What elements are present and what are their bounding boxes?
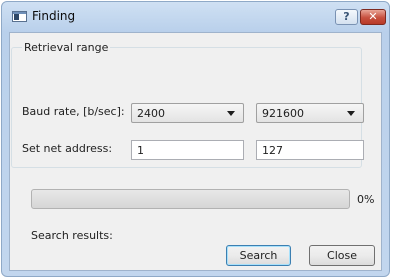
baud-rate-to-value: 921600 [262, 107, 304, 120]
help-button[interactable]: ? [335, 9, 358, 25]
title-bar[interactable]: Finding ? ✕ [2, 2, 389, 32]
window-app-icon [12, 11, 27, 22]
retrieval-range-title: Retrieval range [22, 41, 111, 54]
search-progress-bar [31, 189, 350, 209]
progress-percent: 0% [357, 193, 375, 206]
baud-rate-to-select[interactable]: 921600 [256, 103, 364, 123]
baud-rate-label: Baud rate, [b/sec]: [22, 105, 125, 118]
net-address-from-field[interactable] [131, 140, 244, 160]
net-address-to-field[interactable] [256, 140, 364, 160]
window-close-button[interactable]: ✕ [360, 9, 386, 25]
baud-rate-from-value: 2400 [137, 107, 165, 120]
window-title: Finding [32, 9, 76, 23]
chevron-down-icon [347, 111, 355, 116]
chevron-down-icon [227, 111, 235, 116]
search-button[interactable]: Search [226, 245, 291, 266]
net-address-label: Set net address: [22, 142, 113, 155]
search-results-label: Search results: [31, 229, 113, 242]
close-button[interactable]: Close [309, 245, 375, 266]
baud-rate-from-select[interactable]: 2400 [131, 103, 244, 123]
